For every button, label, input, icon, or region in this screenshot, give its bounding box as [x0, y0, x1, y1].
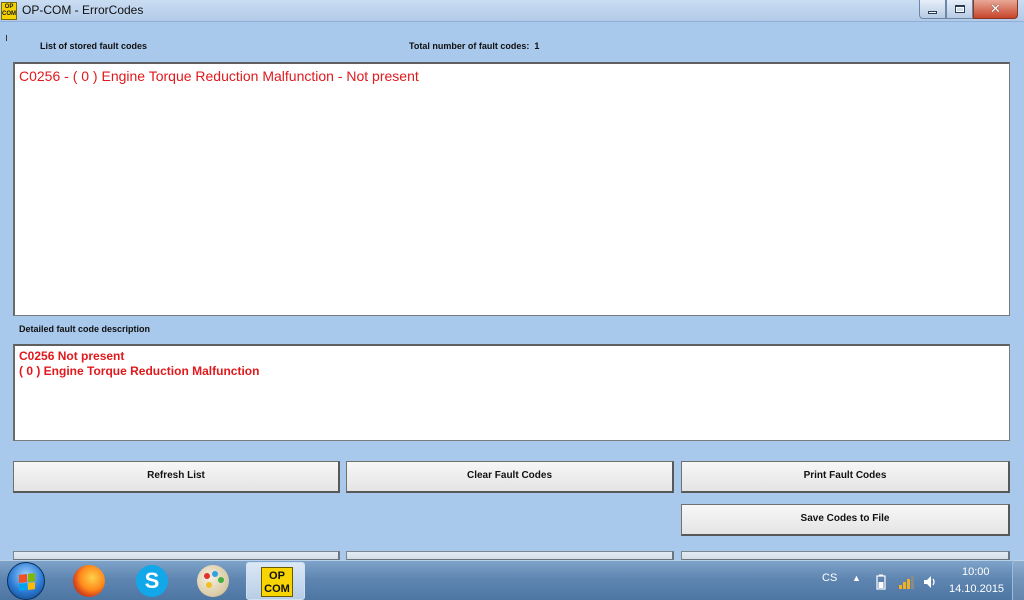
maximize-button[interactable]: [946, 0, 973, 19]
close-button[interactable]: ✕: [973, 0, 1018, 19]
opcom-logo-text-2: COM: [264, 583, 290, 595]
app-icon-text-1: OP: [4, 4, 14, 10]
close-icon: ✕: [990, 1, 1001, 17]
detail-line-description: ( 0 ) Engine Torque Reduction Malfunctio…: [19, 364, 260, 378]
app-icon-text-2: COM: [2, 11, 16, 17]
fault-list-header: List of stored fault codes: [40, 41, 148, 51]
clock-time[interactable]: 10:00: [962, 566, 990, 578]
fault-detail-box[interactable]: C0256 Not present ( 0 ) Engine Torque Re…: [13, 344, 1010, 441]
total-label: Total number of fault codes:: [409, 41, 530, 51]
language-indicator[interactable]: CS: [822, 572, 837, 584]
minimize-button[interactable]: [919, 0, 946, 19]
show-desktop-button[interactable]: [1012, 560, 1024, 600]
detail-line-status: C0256 Not present: [19, 349, 125, 363]
fault-code-list[interactable]: C0256 - ( 0 ) Engine Torque Reduction Ma…: [13, 62, 1010, 316]
opcom-logo-text-1: OP: [269, 570, 285, 582]
skype-icon[interactable]: S: [136, 565, 168, 597]
paint-palette-icon[interactable]: [197, 565, 229, 597]
save-codes-to-file-button[interactable]: Save Codes to File: [681, 504, 1010, 536]
firefox-icon[interactable]: [73, 565, 105, 597]
window-controls: ✕: [919, 0, 1018, 19]
print-fault-codes-button[interactable]: Print Fault Codes: [681, 461, 1010, 493]
clock-date[interactable]: 14.10.2015: [949, 583, 1004, 595]
signal-strength-icon[interactable]: [898, 574, 916, 590]
tick-mark: [6, 35, 7, 41]
detail-header: Detailed fault code description: [19, 324, 151, 334]
start-button[interactable]: [7, 562, 45, 600]
opcom-logo-icon: OP COM: [261, 567, 293, 597]
refresh-list-button[interactable]: Refresh List: [13, 461, 340, 493]
tray-expand-icon[interactable]: ▲: [852, 573, 861, 583]
windows-flag-icon: [19, 573, 35, 591]
clear-fault-codes-button[interactable]: Clear Fault Codes: [346, 461, 674, 493]
taskbar: S OP COM: [0, 560, 1024, 600]
volume-icon[interactable]: [922, 574, 938, 590]
opcom-taskbar-button[interactable]: OP COM: [246, 562, 305, 600]
title-bar: OP COM OP-COM - ErrorCodes ✕: [0, 0, 1024, 22]
fault-list-item[interactable]: C0256 - ( 0 ) Engine Torque Reduction Ma…: [19, 68, 419, 84]
fault-count-label: Total number of fault codes: 1: [409, 41, 539, 51]
opcom-app-icon: OP COM: [1, 2, 17, 20]
battery-icon[interactable]: [876, 574, 886, 590]
minimize-icon: [928, 11, 937, 14]
window-title: OP-COM - ErrorCodes: [22, 3, 144, 17]
maximize-icon: [954, 5, 965, 13]
total-count: 1: [534, 41, 540, 51]
